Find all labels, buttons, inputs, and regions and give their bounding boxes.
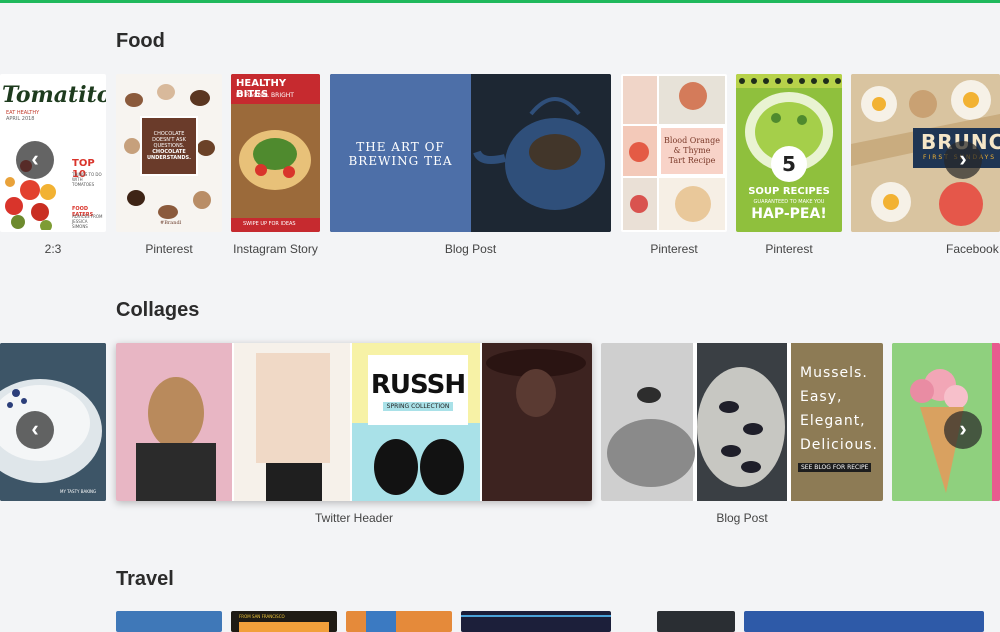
- collages-prev-button[interactable]: ‹: [16, 411, 54, 449]
- travel-card-4[interactable]: [461, 611, 611, 632]
- collages-next-button[interactable]: ›: [944, 411, 982, 449]
- cake-brand: MY TASTY BAKING: [60, 489, 97, 494]
- russh-logo-box: RUSSH SPRING COLLECTION: [368, 355, 468, 425]
- card-label-brunch: Facebook I: [946, 242, 1000, 256]
- mussels-cta: SEE BLOG FOR RECIPE: [798, 463, 872, 472]
- chevron-left-icon: ‹: [31, 416, 39, 441]
- template-card-soup[interactable]: 5 SOUP RECIPES GUARANTEED TO MAKE YOU HA…: [736, 74, 842, 232]
- card-label-chocolate: Pinterest: [145, 242, 193, 256]
- chevron-right-icon: ›: [959, 416, 967, 441]
- travel-card-2-accent: [239, 622, 329, 632]
- tomatito-teaser-sub: THINGS TO DO WITH TOMATOES: [72, 172, 102, 187]
- template-card-blood-orange[interactable]: Blood Orange & Thyme Tart Recipe: [621, 74, 727, 232]
- food-next-button[interactable]: ›: [944, 141, 982, 179]
- travel-card-4-accent: [461, 615, 611, 617]
- soup-number-circle: 5: [771, 146, 807, 182]
- section-title-food: Food: [116, 30, 165, 52]
- card-label-soup: Pinterest: [765, 242, 813, 256]
- brewing-tea-title-2: BREWING TEA: [348, 154, 453, 168]
- card-label-brewing-tea: Blog Post: [444, 242, 497, 256]
- card-label-russh: Twitter Header: [314, 511, 394, 525]
- card-label-healthy-bites: Instagram Story: [233, 242, 318, 256]
- travel-card-5[interactable]: [657, 611, 735, 632]
- chevron-left-icon: ‹: [31, 146, 39, 171]
- template-card-chocolate[interactable]: CHOCOLATE DOESN'T ASK QUESTIONS. CHOCOLA…: [116, 74, 222, 232]
- teapot-illustration: [471, 74, 611, 232]
- template-card-brewing-tea[interactable]: THE ART OF BREWING TEA: [330, 74, 611, 232]
- travel-card-6[interactable]: [744, 611, 984, 632]
- tomatito-date: APRIL 2018: [6, 116, 35, 122]
- chevron-right-icon: ›: [959, 146, 967, 171]
- mussels-line-3: Elegant,: [800, 413, 866, 429]
- cake-illustration: [0, 343, 106, 501]
- brewing-tea-title-1: THE ART OF: [356, 140, 445, 154]
- russh-tagline: SPRING COLLECTION: [382, 401, 454, 411]
- tomatito-headline: Tomatito: [2, 82, 106, 108]
- chocolate-brand: #Brandl: [160, 220, 182, 226]
- soup-line-2: GUARANTEED TO MAKE YOU: [753, 199, 825, 205]
- section-title-travel: Travel: [116, 568, 174, 590]
- soup-number: 5: [782, 152, 796, 176]
- badge-line-5: UNDERSTANDS.: [147, 155, 191, 161]
- healthy-bites-cta: SWIPE UP FOR IDEAS: [243, 221, 296, 227]
- soup-line-3: HAP-PEA!: [751, 206, 827, 222]
- travel-card-2[interactable]: FROM SAN FRANCISCO: [231, 611, 337, 632]
- card-label-tomatito: 2:3: [44, 242, 62, 256]
- mussels-line-2: Easy,: [800, 389, 843, 405]
- fashion-collage-illustration: [116, 343, 592, 501]
- travel-card-3-accent: [366, 611, 396, 632]
- card-label-mussels: Blog Post: [716, 511, 768, 525]
- blood-orange-title: Blood Orange & Thyme Tart Recipe: [664, 136, 720, 165]
- tomatito-section-sub: ADVICES FROM JESSICA SIMONS: [72, 214, 103, 229]
- chocolate-badge: CHOCOLATE DOESN'T ASK QUESTIONS. CHOCOLA…: [140, 116, 198, 176]
- healthy-bites-byline: BY RACHEL BRIGHT: [236, 92, 294, 99]
- mussels-line-4: Delicious.: [800, 437, 878, 453]
- template-card-healthy-bites[interactable]: HEALTHY BITES BY RACHEL BRIGHT SWIPE UP …: [231, 74, 320, 232]
- food-prev-button[interactable]: ‹: [16, 141, 54, 179]
- sandwich-illustration: [231, 104, 320, 218]
- collage-card-russh[interactable]: RUSSH SPRING COLLECTION: [116, 343, 592, 501]
- travel-card-2-text: FROM SAN FRANCISCO: [239, 614, 285, 619]
- russh-brand: RUSSH: [370, 369, 466, 400]
- travel-card-3[interactable]: [346, 611, 452, 632]
- section-title-collages: Collages: [116, 299, 200, 321]
- blood-orange-title-box: Blood Orange & Thyme Tart Recipe: [661, 128, 723, 174]
- top-accent-bar: [0, 0, 1000, 3]
- travel-card-1[interactable]: [116, 611, 222, 632]
- collage-card-cake[interactable]: MY TASTY BAKING: [0, 343, 106, 501]
- collage-card-mussels[interactable]: Mussels. Easy, Elegant, Delicious. SEE B…: [601, 343, 883, 501]
- card-label-blood-orange: Pinterest: [650, 242, 698, 256]
- mussels-line-1: Mussels.: [800, 365, 868, 381]
- soup-line-1: SOUP RECIPES: [748, 186, 830, 197]
